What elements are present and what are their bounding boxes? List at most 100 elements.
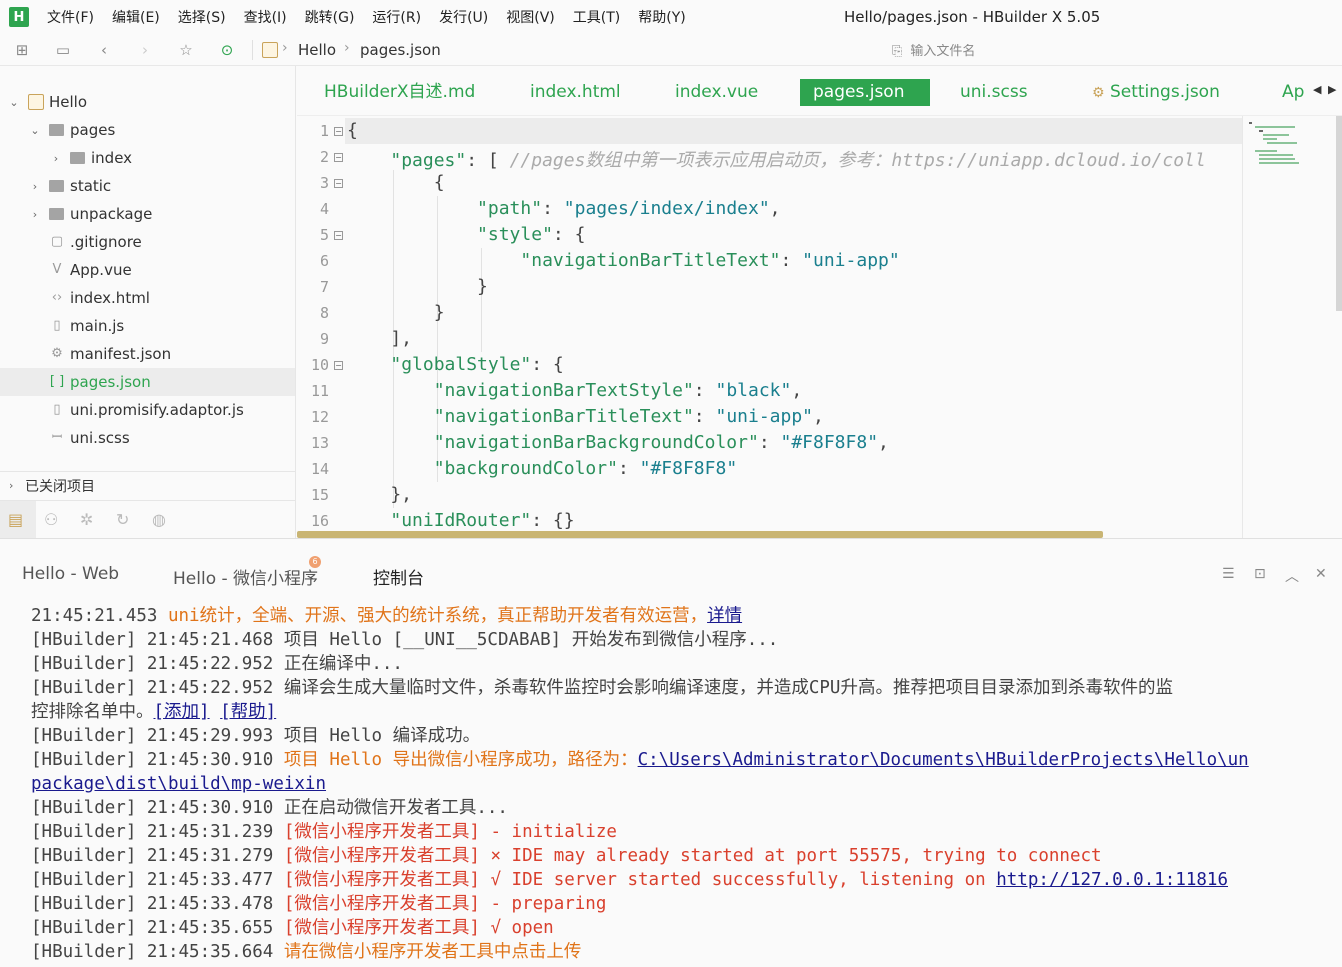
fold-toggle-icon[interactable]: − bbox=[334, 179, 343, 188]
code-line[interactable]: "pages": [ //pages数组中第一项表示应用启动页，参考：https… bbox=[347, 146, 1205, 172]
console-prefix: [HBuilder] 21:45:31.239 bbox=[31, 822, 284, 842]
help-link[interactable]: [帮助] bbox=[220, 702, 276, 722]
folder-icon bbox=[49, 208, 64, 220]
menu-tools[interactable]: 工具(T) bbox=[573, 7, 620, 27]
plugin-icon[interactable]: ⚇ bbox=[44, 510, 58, 529]
minimap[interactable] bbox=[1242, 116, 1342, 538]
tree-item-label: index bbox=[91, 149, 133, 167]
code-line[interactable]: "navigationBarTitleText": "uni-app" bbox=[347, 250, 899, 271]
tree-item-uni-scss[interactable]: ꟷ uni.scss bbox=[0, 424, 295, 452]
file-search-input[interactable] bbox=[910, 43, 1211, 59]
line-number: 12 bbox=[310, 408, 329, 426]
code-line[interactable]: "navigationBarTextStyle": "black", bbox=[347, 380, 802, 401]
tab-scroll-left-icon[interactable]: ◀ bbox=[1313, 83, 1321, 96]
code-line[interactable]: "navigationBarBackgroundColor": "#F8F8F8… bbox=[347, 432, 889, 453]
browser-icon[interactable]: ◍ bbox=[152, 510, 166, 529]
menu-goto[interactable]: 跳转(G) bbox=[305, 7, 355, 27]
collapse-icon[interactable]: ︿ bbox=[1285, 566, 1299, 586]
tree-item-index-html[interactable]: ‹› index.html bbox=[0, 284, 295, 312]
code-editor[interactable]: 1−{2− "pages": [ //pages数组中第一项表示应用启动页，参考… bbox=[297, 116, 1242, 538]
details-link[interactable]: 详情 bbox=[707, 606, 742, 626]
run-icon[interactable]: ⊙ bbox=[219, 42, 235, 58]
code-line[interactable]: ], bbox=[347, 328, 412, 349]
menu-help[interactable]: 帮助(Y) bbox=[638, 7, 685, 27]
close-all-icon[interactable]: ✕ bbox=[1315, 566, 1327, 582]
filter-icon[interactable]: ☰ bbox=[1222, 566, 1235, 582]
tab-settings-json[interactable]: ⚙ Settings.json bbox=[1092, 79, 1220, 106]
tree-item-pages[interactable]: ⌄ pages bbox=[0, 116, 295, 144]
menu-select[interactable]: 选择(S) bbox=[178, 7, 226, 27]
breadcrumb-file[interactable]: pages.json bbox=[360, 41, 441, 59]
tree-item-hello[interactable]: ⌄ Hello bbox=[0, 88, 295, 116]
forward-icon[interactable]: › bbox=[137, 42, 153, 58]
add-exclusion-link[interactable]: [添加] bbox=[154, 702, 210, 722]
debug-icon[interactable]: ✲ bbox=[80, 510, 93, 529]
menu-publish[interactable]: 发行(U) bbox=[439, 7, 488, 27]
console-message: [微信小程序开发者工具] √ open bbox=[283, 918, 554, 938]
tree-item-index[interactable]: › index bbox=[0, 144, 295, 172]
fold-toggle-icon[interactable]: − bbox=[334, 361, 343, 370]
code-line[interactable]: }, bbox=[347, 484, 412, 505]
sidebar-bottom-bar: ▤ ⚇ ✲ ↻ ◍ bbox=[0, 500, 295, 539]
chevron-down-icon[interactable]: ⌄ bbox=[29, 124, 41, 137]
chevron-right-icon[interactable]: › bbox=[50, 152, 62, 165]
git-icon[interactable]: ↻ bbox=[116, 510, 129, 529]
tree-item-main-js[interactable]: ▯ main.js bbox=[0, 312, 295, 340]
console-tab-hello-weixin[interactable]: Hello - 微信小程序 bbox=[173, 564, 318, 589]
project-manager-icon[interactable]: ▤ bbox=[8, 510, 23, 529]
console-tab-hello-web[interactable]: Hello - Web bbox=[22, 564, 119, 584]
tree-item-unpackage[interactable]: › unpackage bbox=[0, 200, 295, 228]
tab-pages-json[interactable]: pages.json bbox=[800, 79, 930, 106]
ide-server-link[interactable]: http://127.0.0.1:11816 bbox=[996, 870, 1228, 890]
menu-view[interactable]: 视图(V) bbox=[506, 7, 555, 27]
tree-item-gitignore[interactable]: ▢ .gitignore bbox=[0, 228, 295, 256]
star-icon[interactable]: ☆ bbox=[178, 42, 194, 58]
code-line[interactable]: } bbox=[347, 302, 445, 323]
export-icon[interactable]: ⊡ bbox=[1254, 566, 1266, 582]
line-number: 7 bbox=[319, 278, 329, 296]
menu-file[interactable]: 文件(F) bbox=[47, 7, 94, 27]
tree-item-app-vue[interactable]: Ⅴ App.vue bbox=[0, 256, 295, 284]
fold-toggle-icon[interactable]: − bbox=[334, 153, 343, 162]
tab-index-vue[interactable]: index.vue bbox=[675, 79, 758, 106]
tree-item-pages-json[interactable]: [ ] pages.json bbox=[0, 368, 295, 396]
tree-item-uni-promisify-adaptor-js[interactable]: ▯ uni.promisify.adaptor.js bbox=[0, 396, 295, 424]
menu-find[interactable]: 查找(I) bbox=[244, 7, 287, 27]
breadcrumb-project[interactable]: Hello bbox=[298, 41, 336, 59]
tab-scroll-right-icon[interactable]: ▶ bbox=[1328, 83, 1336, 96]
closed-projects-section[interactable]: › 已关闭项目 bbox=[0, 471, 295, 499]
new-file-icon[interactable]: ⊞ bbox=[14, 42, 30, 58]
code-line[interactable]: "navigationBarTitleText": "uni-app", bbox=[347, 406, 824, 427]
save-icon[interactable]: ▭ bbox=[55, 42, 71, 58]
back-icon[interactable]: ‹ bbox=[96, 42, 112, 58]
menu-edit[interactable]: 编辑(E) bbox=[112, 7, 160, 27]
notification-badge: 6 bbox=[309, 556, 321, 568]
output-path-link[interactable]: C:\Users\Administrator\Documents\HBuilde… bbox=[638, 750, 1249, 770]
code-line[interactable]: "globalStyle": { bbox=[347, 354, 563, 375]
tab-index-html[interactable]: index.html bbox=[530, 79, 621, 106]
tab-uni-scss[interactable]: uni.scss bbox=[960, 79, 1028, 106]
tab-hbuilderx-readme[interactable]: HBuilderX自述.md bbox=[324, 79, 475, 106]
tree-item-static[interactable]: › static bbox=[0, 172, 295, 200]
code-line[interactable]: "path": "pages/index/index", bbox=[347, 198, 780, 219]
code-line[interactable]: { bbox=[347, 120, 358, 141]
fold-toggle-icon[interactable]: − bbox=[334, 231, 343, 240]
menu-run[interactable]: 运行(R) bbox=[372, 7, 421, 27]
chevron-down-icon[interactable]: ⌄ bbox=[8, 96, 20, 109]
code-line[interactable]: "style": { bbox=[347, 224, 585, 245]
chevron-right-icon[interactable]: › bbox=[29, 208, 41, 221]
horizontal-scrollbar[interactable] bbox=[297, 531, 1103, 538]
tab-ap[interactable]: Ap bbox=[1282, 79, 1304, 106]
console-prefix: [HBuilder] 21:45:35.655 bbox=[31, 918, 284, 938]
console-line: [HBuilder] 21:45:31.239 [微信小程序开发者工具] - i… bbox=[31, 820, 617, 844]
code-line[interactable]: "backgroundColor": "#F8F8F8" bbox=[347, 458, 737, 479]
tree-item-manifest-json[interactable]: ⚙ manifest.json bbox=[0, 340, 295, 368]
code-line[interactable]: "uniIdRouter": {} bbox=[347, 510, 574, 531]
fold-toggle-icon[interactable]: − bbox=[334, 127, 343, 136]
output-path-link[interactable]: package\dist\build\mp-weixin bbox=[31, 774, 326, 794]
editor-vertical-scrollbar[interactable] bbox=[1336, 116, 1342, 311]
code-line[interactable]: } bbox=[347, 276, 488, 297]
code-line[interactable]: { bbox=[347, 172, 445, 193]
chevron-right-icon[interactable]: › bbox=[29, 180, 41, 193]
console-message: [微信小程序开发者工具] - preparing bbox=[283, 894, 607, 914]
